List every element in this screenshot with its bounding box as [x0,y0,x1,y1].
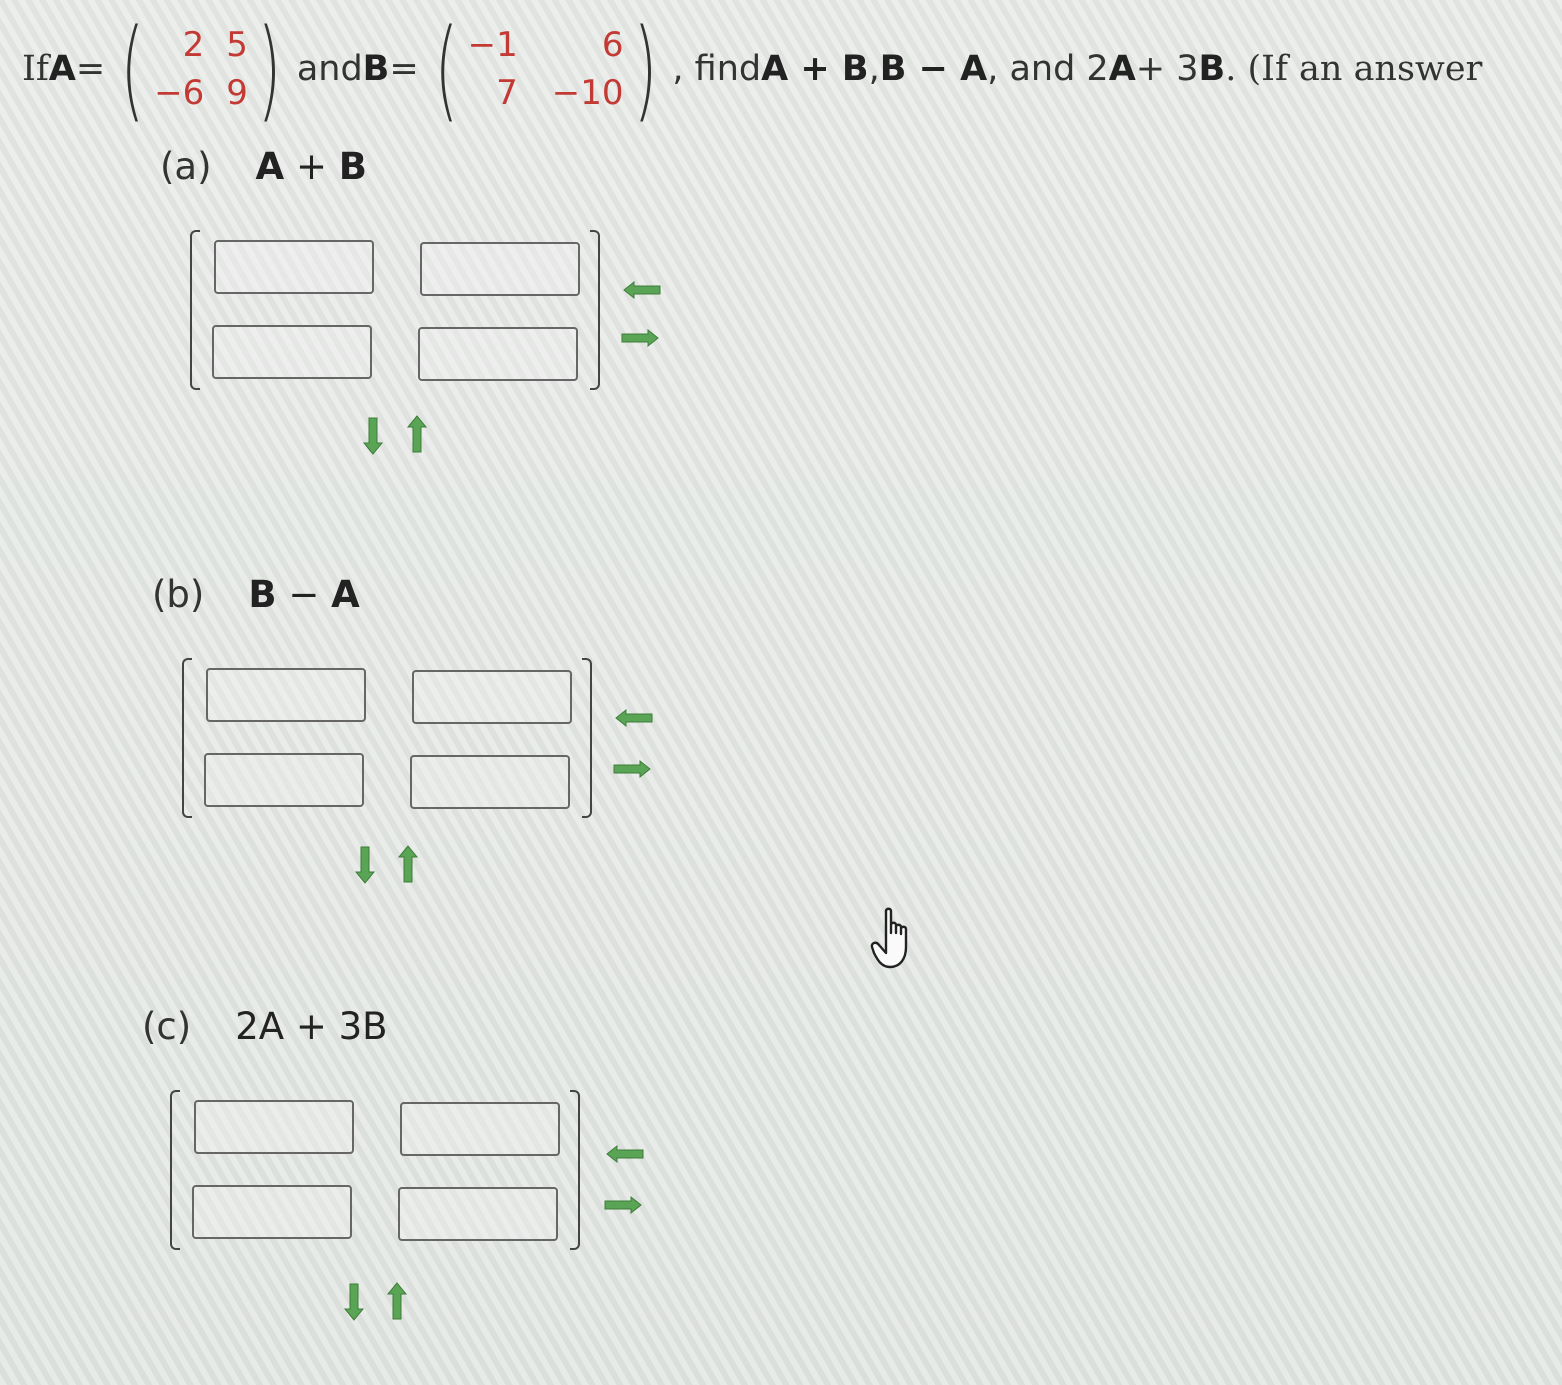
matrix-cell-r1c1[interactable] [206,668,366,722]
matrix-b-entry: −1 [467,25,518,65]
expr-term: 2A [235,1005,285,1048]
matrix-cell-r1c1[interactable] [214,240,374,294]
answer-matrix-a [190,230,600,390]
task3-b: B [1198,49,1226,89]
arrow-left-icon[interactable] [605,1144,645,1164]
matrix-a-name: A [48,49,76,89]
right-bracket [590,230,600,390]
arrow-left-icon[interactable] [622,280,662,300]
arrow-right-icon[interactable] [620,328,660,348]
arrow-right-icon[interactable] [612,759,652,779]
separator: , and 2 [987,49,1109,89]
expr-op: − [276,573,332,616]
matrix-b-name: B [362,49,390,89]
equals-sign: = [389,49,419,89]
matrix-cell-r1c2[interactable] [412,670,572,724]
expr-term: B [248,573,277,616]
right-bracket [570,1090,580,1250]
left-paren: ( [120,5,145,133]
equals-sign: = [75,49,106,89]
matrix-cell-r2c2[interactable] [418,327,578,381]
matrix-a-entry: 5 [226,25,248,65]
expr-term: A [255,145,285,188]
expr-term: 3B [338,1005,388,1048]
left-bracket [182,658,192,818]
answer-matrix-c [170,1090,580,1250]
part-c-label: (c) 2A + 3B [142,1005,388,1048]
matrix-b-entry: −10 [551,73,624,113]
arrow-right-icon[interactable] [603,1195,643,1215]
arrow-up-icon[interactable] [386,1281,408,1321]
and-text: and [296,49,363,89]
right-bracket [582,658,592,818]
task-b-minus-a: B − A [879,49,988,89]
matrix-b: ( −1 6 7 −10 ) [425,14,667,124]
question-suffix: . (If an answer [1225,49,1483,89]
arrow-left-icon[interactable] [614,708,654,728]
hand-pointer-cursor-icon [866,905,918,973]
expr-term: A [331,573,360,616]
matrix-b-entry: 7 [496,73,518,113]
right-paren: ) [633,5,657,133]
task-a-plus-b: A + B [761,49,869,89]
matrix-b-entry: 6 [601,25,624,65]
part-letter: (a) [160,145,212,188]
matrix-cell-r1c2[interactable] [420,242,580,296]
task3-mid: + 3 [1135,49,1199,89]
task3-a: A [1108,49,1136,89]
matrix-a-entry: −6 [154,73,205,113]
expr-op: + [284,145,339,188]
matrix-a-entry: 9 [226,73,248,113]
answer-matrix-b [182,658,592,818]
matrix-a-entry: 2 [182,25,205,65]
left-bracket [190,230,200,390]
matrix-cell-r2c2[interactable] [398,1187,558,1241]
arrow-down-icon[interactable] [354,845,376,885]
question-prefix: If [22,49,49,89]
matrix-cell-r2c1[interactable] [192,1185,352,1239]
question-text: If A = ( 2 5 −6 9 ) and B = ( −1 6 7 −10… [22,14,1482,124]
separator: , [868,49,880,89]
matrix-cell-r2c2[interactable] [410,755,570,809]
find-text: , find [672,49,762,89]
matrix-cell-r2c1[interactable] [204,753,364,807]
part-letter: (c) [142,1005,192,1048]
matrix-cell-r1c2[interactable] [400,1102,560,1156]
arrow-down-icon[interactable] [343,1282,365,1322]
right-paren: ) [257,5,282,133]
part-a-label: (a) A + B [160,145,367,188]
part-letter: (b) [152,573,205,616]
expr-op: + [284,1005,339,1048]
matrix-a: ( 2 5 −6 9 ) [111,14,291,124]
expr-term: B [338,145,367,188]
left-bracket [170,1090,180,1250]
arrow-down-icon[interactable] [362,416,384,456]
left-paren: ( [434,5,458,133]
matrix-cell-r1c1[interactable] [194,1100,354,1154]
part-b-label: (b) B − A [152,573,360,616]
arrow-up-icon[interactable] [406,414,428,454]
matrix-cell-r2c1[interactable] [212,325,372,379]
arrow-up-icon[interactable] [397,844,419,884]
